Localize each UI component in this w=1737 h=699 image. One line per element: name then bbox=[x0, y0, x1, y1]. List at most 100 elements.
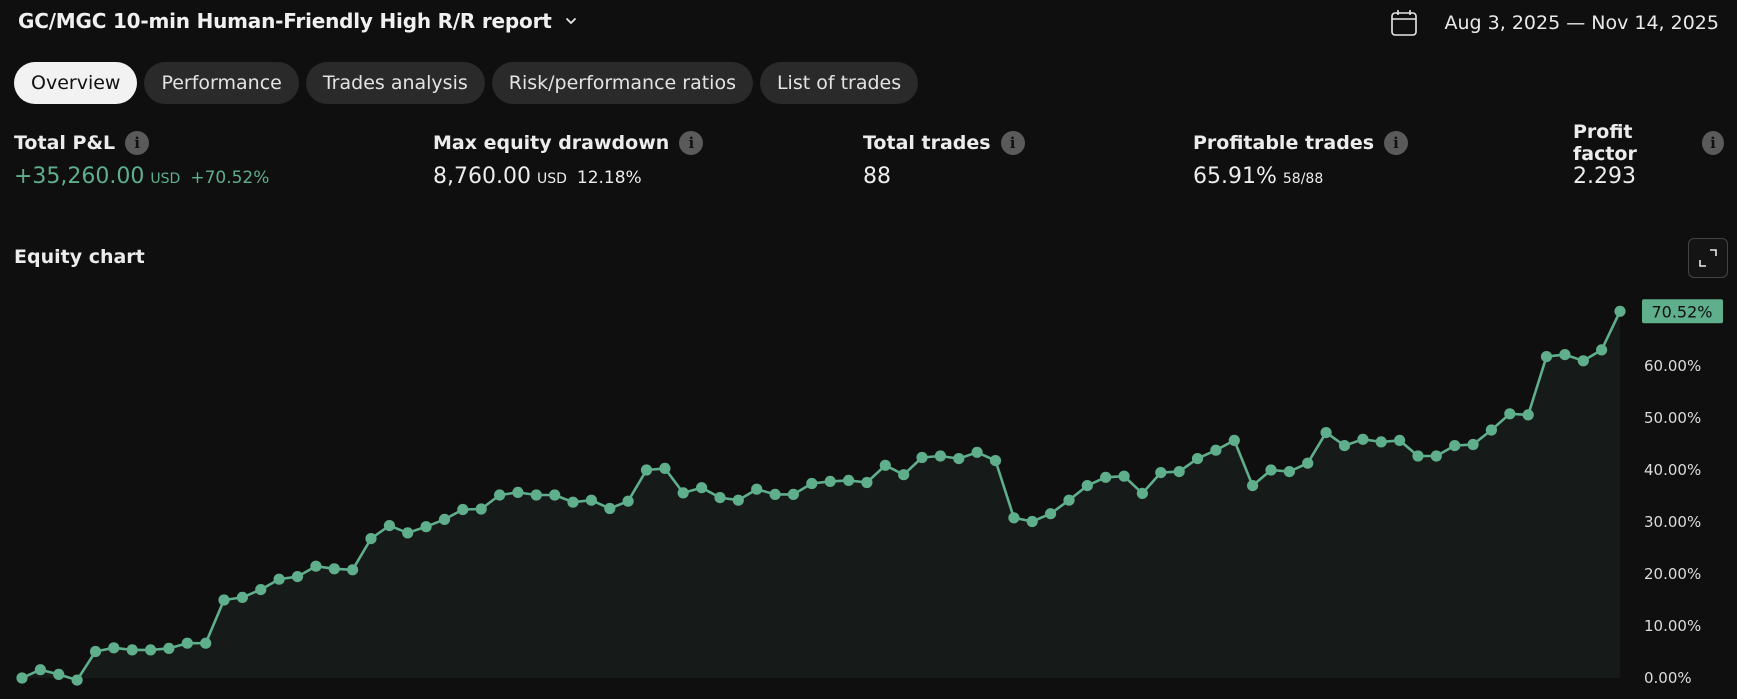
equity-point[interactable] bbox=[1375, 436, 1387, 448]
info-icon[interactable]: i bbox=[1384, 131, 1409, 155]
equity-point[interactable] bbox=[751, 483, 763, 495]
equity-point[interactable] bbox=[898, 469, 910, 481]
equity-point[interactable] bbox=[200, 637, 212, 649]
equity-point[interactable] bbox=[879, 459, 891, 471]
equity-point[interactable] bbox=[934, 450, 947, 462]
equity-point[interactable] bbox=[549, 489, 561, 501]
equity-point[interactable] bbox=[1522, 409, 1534, 421]
equity-point[interactable] bbox=[1228, 434, 1240, 446]
equity-point[interactable] bbox=[273, 573, 285, 585]
date-range-text[interactable]: Aug 3, 2025 — Nov 14, 2025 bbox=[1445, 12, 1719, 34]
date-range-picker[interactable]: Aug 3, 2025 — Nov 14, 2025 bbox=[1389, 8, 1719, 38]
equity-point[interactable] bbox=[530, 489, 542, 501]
equity-point[interactable] bbox=[1155, 467, 1167, 479]
info-icon[interactable]: i bbox=[125, 131, 150, 155]
equity-point[interactable] bbox=[824, 475, 836, 487]
tab-performance[interactable]: Performance bbox=[144, 62, 299, 104]
equity-point[interactable] bbox=[989, 455, 1002, 467]
equity-point[interactable] bbox=[1283, 466, 1295, 478]
chevron-down-icon[interactable] bbox=[562, 12, 580, 30]
equity-point[interactable] bbox=[1173, 466, 1185, 478]
calendar-icon[interactable] bbox=[1389, 8, 1419, 38]
tab-list-of-trades[interactable]: List of trades bbox=[759, 62, 919, 104]
equity-point[interactable] bbox=[714, 492, 726, 504]
equity-point[interactable] bbox=[1412, 450, 1424, 462]
equity-point[interactable] bbox=[1596, 344, 1608, 356]
equity-point[interactable] bbox=[512, 486, 524, 498]
equity-point[interactable] bbox=[971, 446, 983, 458]
info-icon[interactable]: i bbox=[679, 131, 704, 155]
info-icon[interactable]: i bbox=[1702, 131, 1724, 155]
equity-point[interactable] bbox=[696, 482, 708, 494]
expand-chart-button[interactable] bbox=[1688, 238, 1728, 278]
equity-chart[interactable]: 0.00% 10.00% 20.00% 30.00% 40.00% 50.00% 60.00… bbox=[0, 290, 1737, 699]
report-title[interactable]: GC/MGC 10-min Human-Friendly High R/R re… bbox=[18, 9, 552, 33]
equity-point[interactable] bbox=[843, 474, 855, 486]
equity-point[interactable] bbox=[677, 487, 689, 499]
equity-point[interactable] bbox=[1302, 457, 1314, 469]
report-header[interactable]: GC/MGC 10-min Human-Friendly High R/R re… bbox=[18, 8, 580, 34]
equity-point[interactable] bbox=[291, 571, 304, 583]
equity-point[interactable] bbox=[640, 464, 653, 476]
equity-point[interactable] bbox=[567, 496, 579, 508]
equity-point[interactable] bbox=[402, 527, 414, 539]
equity-point[interactable] bbox=[1485, 424, 1497, 436]
equity-point[interactable] bbox=[861, 476, 873, 489]
equity-point[interactable] bbox=[218, 594, 230, 606]
equity-point[interactable] bbox=[1045, 508, 1057, 520]
equity-point[interactable] bbox=[1394, 434, 1406, 446]
equity-point[interactable] bbox=[34, 664, 47, 676]
equity-point[interactable] bbox=[1265, 464, 1277, 476]
equity-point[interactable] bbox=[255, 584, 267, 596]
equity-point[interactable] bbox=[438, 513, 451, 525]
equity-point[interactable] bbox=[145, 644, 157, 656]
equity-point[interactable] bbox=[383, 520, 395, 532]
equity-point[interactable] bbox=[1136, 487, 1148, 499]
equity-point[interactable] bbox=[310, 560, 322, 572]
equity-point[interactable] bbox=[236, 591, 248, 603]
equity-point[interactable] bbox=[1338, 440, 1351, 452]
equity-point[interactable] bbox=[1320, 427, 1332, 439]
equity-point[interactable] bbox=[1504, 408, 1516, 420]
equity-point[interactable] bbox=[659, 462, 671, 474]
info-icon[interactable]: i bbox=[1000, 131, 1025, 155]
equity-point[interactable] bbox=[1430, 450, 1442, 462]
equity-point[interactable] bbox=[732, 494, 744, 506]
equity-point[interactable] bbox=[1357, 433, 1369, 445]
equity-point[interactable] bbox=[457, 503, 469, 516]
equity-point[interactable] bbox=[1008, 512, 1020, 524]
equity-point[interactable] bbox=[1614, 305, 1626, 317]
equity-point[interactable] bbox=[806, 477, 818, 490]
equity-point[interactable] bbox=[1100, 471, 1112, 483]
equity-point[interactable] bbox=[1540, 351, 1553, 363]
equity-point[interactable] bbox=[1467, 438, 1479, 451]
equity-point[interactable] bbox=[108, 642, 120, 654]
equity-point[interactable] bbox=[953, 453, 965, 465]
tab-trades-analysis[interactable]: Trades analysis bbox=[305, 62, 485, 104]
equity-point[interactable] bbox=[420, 521, 432, 533]
equity-point[interactable] bbox=[1559, 349, 1571, 361]
equity-point[interactable] bbox=[365, 533, 377, 545]
equity-point[interactable] bbox=[787, 488, 800, 500]
equity-point[interactable] bbox=[916, 451, 928, 464]
equity-point[interactable] bbox=[769, 488, 781, 500]
equity-point[interactable] bbox=[1247, 480, 1259, 492]
tab-overview[interactable]: Overview bbox=[14, 62, 138, 104]
equity-point[interactable] bbox=[622, 495, 634, 507]
equity-point[interactable] bbox=[89, 645, 102, 658]
equity-point[interactable] bbox=[53, 668, 65, 680]
equity-point[interactable] bbox=[181, 637, 193, 649]
equity-point[interactable] bbox=[71, 674, 83, 686]
equity-point[interactable] bbox=[1118, 470, 1130, 482]
equity-point[interactable] bbox=[1081, 480, 1093, 492]
equity-point[interactable] bbox=[1191, 453, 1204, 465]
equity-point[interactable] bbox=[494, 489, 506, 501]
equity-point[interactable] bbox=[1026, 515, 1038, 528]
equity-point[interactable] bbox=[1210, 444, 1222, 456]
tab-risk-performance-ratios[interactable]: Risk/performance ratios bbox=[491, 62, 753, 104]
equity-point[interactable] bbox=[347, 564, 359, 576]
equity-point[interactable] bbox=[126, 644, 138, 656]
equity-point[interactable] bbox=[328, 563, 340, 575]
equity-point[interactable] bbox=[585, 494, 598, 506]
equity-point[interactable] bbox=[604, 502, 616, 515]
